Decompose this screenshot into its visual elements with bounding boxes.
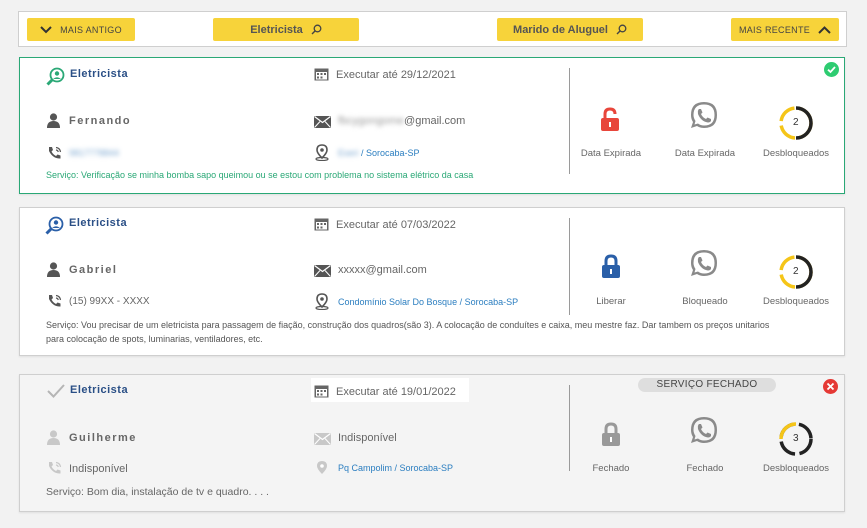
phone-icon [47, 146, 63, 166]
calendar-icon [314, 384, 329, 403]
client-phone: 9817778844 [69, 148, 120, 158]
category-filter-eletricista[interactable]: Eletricista [213, 18, 359, 41]
calendar-icon [314, 217, 329, 236]
client-email: fbcygongome@gmail.com [338, 115, 465, 127]
client-name: Guilherme [69, 432, 137, 444]
client-email: Indisponível [338, 432, 397, 444]
whatsapp-status-label: Fechado [686, 463, 724, 474]
lock-open-red-icon[interactable] [600, 107, 620, 136]
user-search-icon [46, 67, 66, 92]
client-location[interactable]: Pq Campolim / Sorocaba-SP [338, 463, 453, 473]
check-icon [47, 384, 65, 403]
check-circle-icon [824, 62, 839, 82]
calendar-icon [314, 67, 329, 86]
service-description-line2: para colocação de spots, luminarias, ven… [46, 334, 263, 344]
unlocked-label: Desbloqueados [762, 463, 830, 474]
person-icon [47, 113, 60, 133]
unlocked-count: 2 [793, 117, 799, 128]
chevron-down-icon [40, 25, 52, 34]
envelope-icon [314, 115, 331, 133]
whatsapp-icon[interactable] [688, 248, 720, 285]
unlocked-count: 2 [793, 266, 799, 277]
location-city: / Sorocaba-SP [358, 148, 420, 158]
newer-label: MAIS RECENTE [738, 24, 811, 35]
map-pin-icon [315, 293, 329, 315]
client-location[interactable]: Eseri / Sorocaba-SP [338, 148, 420, 158]
execution-date: Executar até 07/03/2022 [336, 219, 456, 231]
whatsapp-status-label: Data Expirada [674, 148, 736, 159]
client-location[interactable]: Condomínio Solar Do Bosque / Sorocaba-SP [338, 297, 518, 307]
person-icon [47, 430, 60, 450]
phone-icon [47, 461, 63, 481]
chevron-up-icon [818, 25, 831, 34]
search-icon [311, 24, 322, 35]
card-category: Eletricista [70, 384, 129, 396]
service-description-line1: Serviço: Vou precisar de um eletricista … [46, 320, 770, 330]
service-card[interactable]: Eletricista Executar até 29/12/2021 Fern… [19, 57, 845, 194]
client-name: Gabriel [69, 264, 118, 276]
email-domain: @gmail.com [404, 115, 466, 127]
divider [569, 385, 570, 471]
client-phone: Indisponível [69, 463, 128, 475]
newer-button[interactable]: MAIS RECENTE [731, 18, 839, 41]
filter-bar: MAIS ANTIGO Eletricista Marido de Alugue… [18, 11, 847, 47]
phone-icon [47, 294, 63, 314]
status-badge: SERVIÇO FECHADO [638, 378, 776, 392]
unlock-status-label: Data Expirada [580, 148, 642, 159]
client-phone: (15) 99XX - XXXX [69, 296, 150, 307]
close-circle-icon [823, 379, 838, 399]
execution-date: Executar até 19/01/2022 [336, 386, 456, 398]
lock-blue-icon[interactable] [601, 254, 621, 283]
card-category: Eletricista [70, 68, 129, 80]
category-filter-label: Eletricista [250, 23, 303, 36]
location-hidden: Eseri [338, 148, 359, 158]
person-icon [47, 262, 60, 282]
lock-gray-icon [601, 422, 621, 451]
service-card-closed[interactable]: Eletricista Executar até 19/01/2022 SERV… [19, 374, 845, 512]
unlocked-label: Desbloqueados [762, 148, 830, 159]
user-search-icon [45, 216, 65, 241]
service-description: Serviço: Bom dia, instalação de tv e qua… [46, 486, 269, 498]
email-hidden: fbcygongome [338, 115, 405, 127]
client-name: Fernando [69, 115, 132, 127]
release-button-label[interactable]: Liberar [566, 296, 656, 307]
category-filter-marido-de-aluguel[interactable]: Marido de Aluguel [497, 18, 643, 41]
unlocked-label: Desbloqueados [762, 296, 830, 307]
client-email: xxxxx@gmail.com [338, 264, 427, 276]
older-button[interactable]: MAIS ANTIGO [27, 18, 135, 41]
whatsapp-icon[interactable] [688, 100, 720, 137]
unlocked-count: 3 [793, 433, 799, 444]
search-icon [616, 24, 627, 35]
envelope-icon [314, 264, 331, 282]
service-card[interactable]: Eletricista Executar até 07/03/2022 Gabr… [19, 207, 845, 356]
envelope-icon [314, 432, 331, 450]
card-category: Eletricista [69, 217, 128, 229]
whatsapp-status-label: Bloqueado [682, 296, 728, 307]
closed-status-label: Fechado [592, 463, 630, 474]
execution-date: Executar até 29/12/2021 [336, 69, 456, 81]
category-filter-label: Marido de Aluguel [513, 23, 608, 36]
older-label: MAIS ANTIGO [60, 24, 122, 35]
map-pin-icon [315, 460, 329, 482]
service-description: Serviço: Verificação se minha bomba sapo… [46, 170, 474, 180]
whatsapp-icon [688, 415, 720, 452]
map-pin-icon [315, 144, 329, 166]
